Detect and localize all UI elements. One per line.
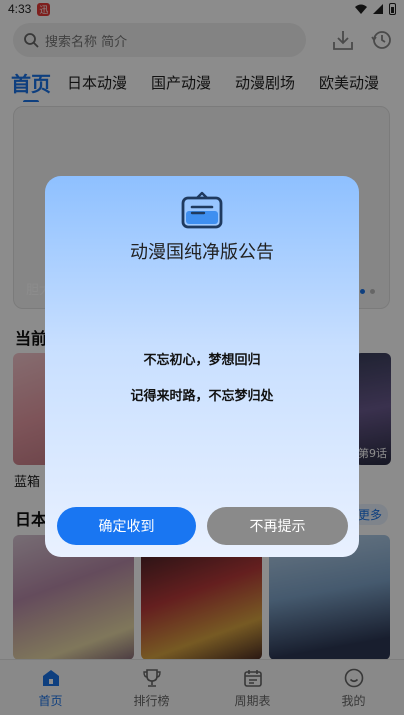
confirm-button[interactable]: 确定收到 (57, 507, 196, 545)
announcement-dialog: 动漫国纯净版公告 不忘初心，梦想回归 记得来时路，不忘梦归处 确定收到 不再提示 (45, 176, 359, 557)
dialog-message-line: 不忘初心，梦想回归 (143, 353, 261, 368)
dialog-message-line: 记得来时路，不忘梦归处 (130, 389, 274, 404)
dont-show-again-button[interactable]: 不再提示 (207, 507, 348, 545)
dialog-title: 动漫国纯净版公告 (130, 242, 274, 263)
notice-board-icon (181, 191, 223, 229)
